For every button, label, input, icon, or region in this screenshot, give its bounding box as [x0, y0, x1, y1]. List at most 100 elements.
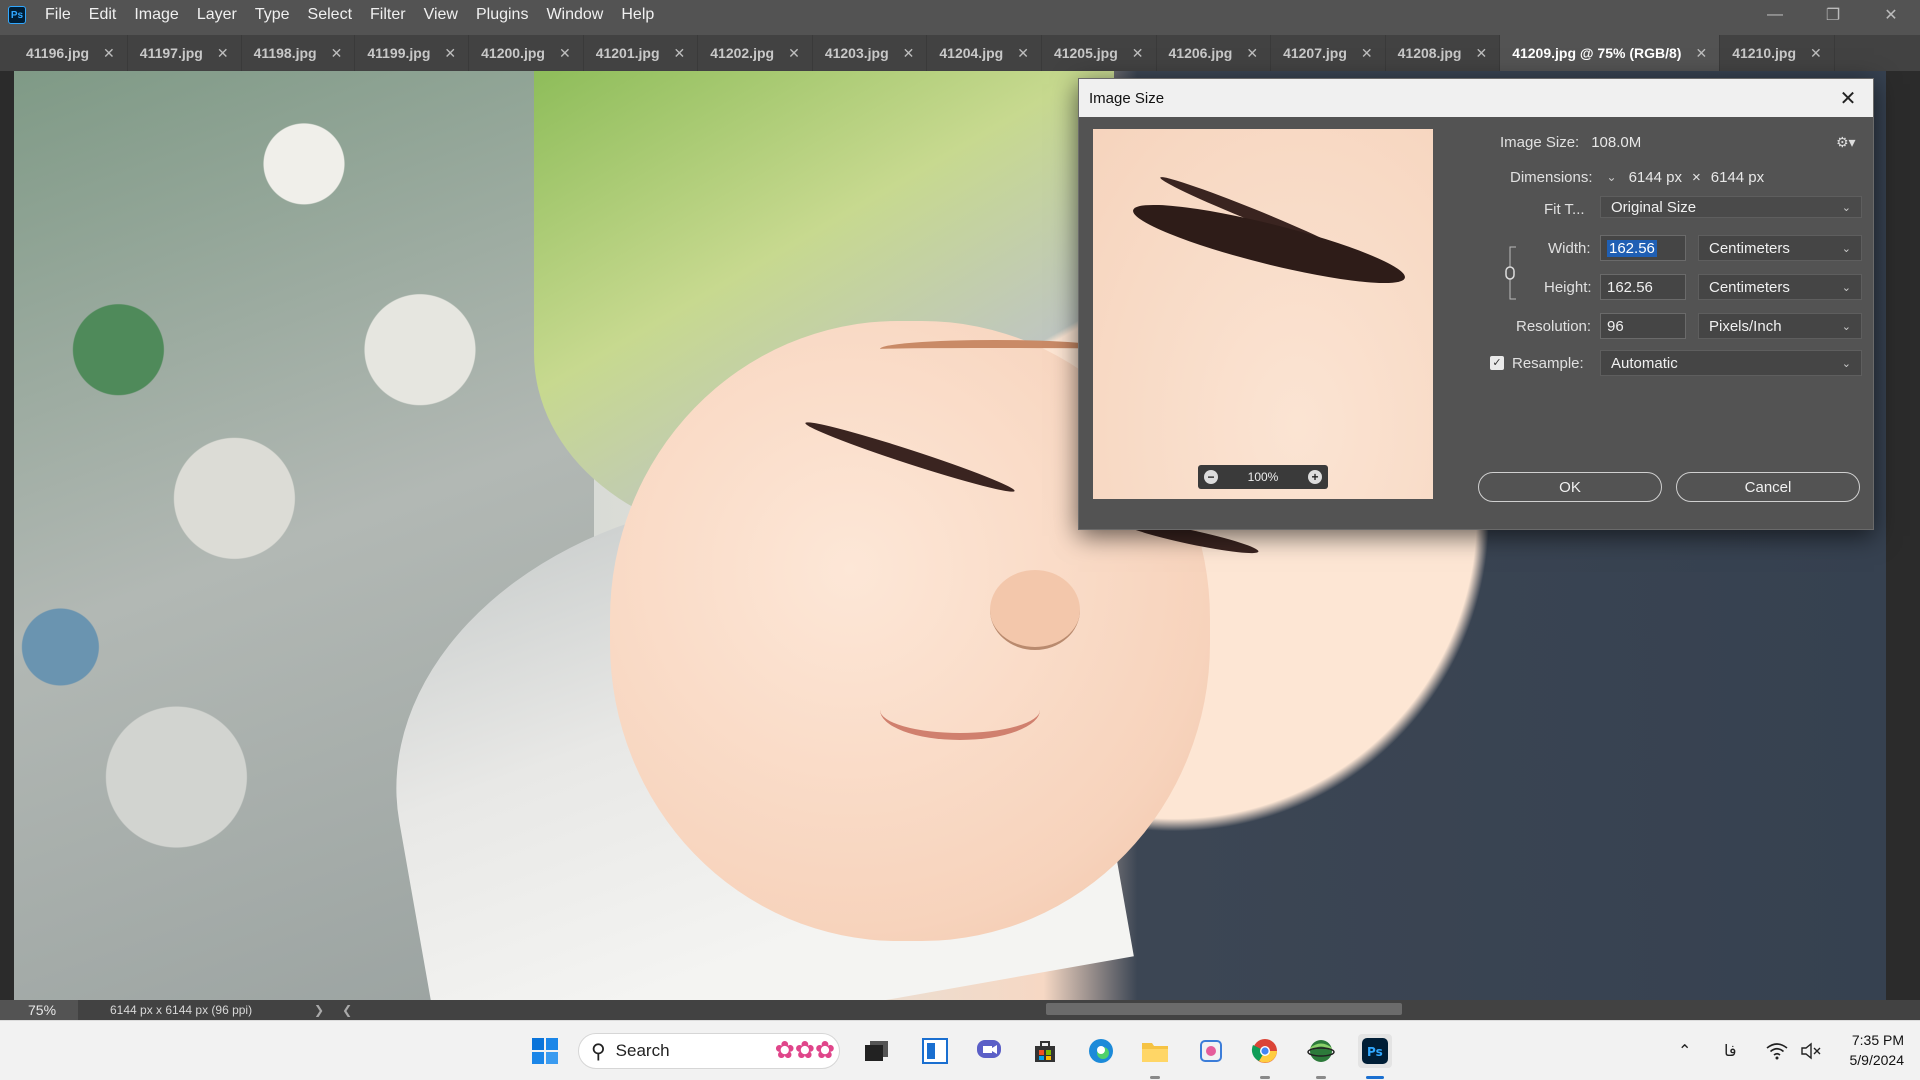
tab-41196[interactable]: 41196.jpg ✕ — [14, 35, 128, 71]
tab-41207[interactable]: 41207.jpg ✕ — [1271, 35, 1386, 71]
ok-button[interactable]: OK — [1478, 472, 1662, 502]
tab-41206[interactable]: 41206.jpg ✕ — [1157, 35, 1272, 71]
wifi-icon[interactable] — [1766, 1021, 1788, 1080]
width-input[interactable]: 162.56 — [1600, 235, 1686, 261]
show-hidden-icons-chevron-icon[interactable]: ⌃ — [1678, 1021, 1691, 1080]
close-window-icon[interactable]: ✕ — [1862, 0, 1920, 30]
height-unit-dropdown[interactable]: Centimeters ⌄ — [1698, 274, 1862, 300]
zoom-level-field[interactable]: 75% — [0, 1000, 78, 1020]
restore-icon[interactable]: ❐ — [1804, 0, 1862, 30]
height-unit-value: Centimeters — [1709, 278, 1790, 296]
dimensions-chevron-icon[interactable]: ⌄ — [1607, 170, 1617, 184]
menu-file[interactable]: File — [36, 0, 80, 30]
menu-image[interactable]: Image — [125, 0, 187, 30]
photoshop-taskbar-icon[interactable]: Ps — [1358, 1034, 1392, 1068]
tab-close-icon[interactable]: ✕ — [903, 45, 915, 62]
menu-type[interactable]: Type — [246, 0, 299, 30]
cancel-button[interactable]: Cancel — [1676, 472, 1860, 502]
tab-41204[interactable]: 41204.jpg ✕ — [927, 35, 1042, 71]
system-clock[interactable]: 7:35 PM 5/9/2024 — [1850, 1030, 1905, 1070]
tab-41208[interactable]: 41208.jpg ✕ — [1386, 35, 1501, 71]
tab-close-icon[interactable]: ✕ — [1132, 45, 1144, 62]
svg-text:Ps: Ps — [1367, 1045, 1383, 1059]
horizontal-scrollbar-thumb[interactable] — [1046, 1003, 1402, 1015]
volume-muted-icon[interactable] — [1800, 1021, 1822, 1080]
active-indicator — [1366, 1076, 1384, 1079]
tab-close-icon[interactable]: ✕ — [674, 45, 686, 62]
constrain-proportions-link-icon[interactable] — [1504, 243, 1524, 303]
tab-41203[interactable]: 41203.jpg ✕ — [813, 35, 928, 71]
resample-dropdown[interactable]: Automatic ⌄ — [1600, 350, 1862, 376]
minimize-icon[interactable]: — — [1746, 0, 1804, 30]
task-view-icon[interactable] — [860, 1034, 894, 1068]
edge-browser-icon[interactable] — [1084, 1034, 1118, 1068]
menu-view[interactable]: View — [415, 0, 467, 30]
tab-41198[interactable]: 41198.jpg ✕ — [242, 35, 356, 71]
tab-41210[interactable]: 41210.jpg ✕ — [1720, 35, 1835, 71]
menu-filter[interactable]: Filter — [361, 0, 415, 30]
tab-close-icon[interactable]: ✕ — [559, 45, 571, 62]
height-label-row: Height: — [1544, 274, 1592, 300]
status-bar: 75% 6144 px x 6144 px (96 ppi) ❯ ❮ — [0, 1000, 1920, 1020]
tab-41200[interactable]: 41200.jpg ✕ — [469, 35, 584, 71]
tab-41202[interactable]: 41202.jpg ✕ — [698, 35, 813, 71]
tab-close-icon[interactable]: ✕ — [1695, 45, 1707, 62]
tulips-widget-icon: ✿✿✿ — [774, 1037, 835, 1064]
zoom-in-icon[interactable]: + — [1307, 470, 1322, 484]
status-menu-arrow-icon[interactable]: ❯ — [314, 1003, 324, 1017]
chevron-down-icon: ⌄ — [1841, 320, 1851, 333]
menu-select[interactable]: Select — [299, 0, 361, 30]
file-explorer-icon[interactable] — [1138, 1034, 1172, 1068]
menu-plugins[interactable]: Plugins — [467, 0, 537, 30]
tab-41201[interactable]: 41201.jpg ✕ — [584, 35, 699, 71]
height-input[interactable]: 162.56 — [1600, 274, 1686, 300]
snipping-tool-icon[interactable] — [1194, 1034, 1228, 1068]
width-label: Width: — [1548, 239, 1591, 257]
resolution-input[interactable]: 96 — [1600, 313, 1686, 339]
tab-41209-active[interactable]: 41209.jpg @ 75% (RGB/8) ✕ — [1500, 35, 1721, 71]
preview-eyelash-main — [1128, 190, 1410, 298]
resolution-label-row: Resolution: — [1516, 313, 1591, 339]
tab-close-icon[interactable]: ✕ — [217, 45, 229, 62]
menu-layer[interactable]: Layer — [188, 0, 246, 30]
image-preview[interactable]: − 100% + — [1093, 129, 1433, 499]
image-size-value: 108.0M — [1591, 133, 1642, 151]
tab-close-icon[interactable]: ✕ — [331, 45, 343, 62]
width-unit-dropdown[interactable]: Centimeters ⌄ — [1698, 235, 1862, 261]
menu-edit[interactable]: Edit — [80, 0, 126, 30]
settings-gear-icon[interactable]: ⚙▾ — [1836, 129, 1856, 155]
input-language-indicator[interactable]: فا — [1724, 1021, 1737, 1080]
resample-checkbox[interactable]: ✓ — [1490, 356, 1504, 370]
globe-app-icon[interactable] — [1304, 1034, 1338, 1068]
zoom-out-icon[interactable]: − — [1204, 470, 1218, 484]
dialog-close-icon[interactable]: ✕ — [1833, 86, 1863, 111]
tab-close-icon[interactable]: ✕ — [1246, 45, 1258, 62]
dialog-titlebar[interactable]: Image Size ✕ — [1079, 79, 1873, 117]
resolution-unit-dropdown[interactable]: Pixels/Inch ⌄ — [1698, 313, 1862, 339]
taskbar-search[interactable]: ⚲ Search ✿✿✿ — [578, 1033, 840, 1069]
tab-41199[interactable]: 41199.jpg ✕ — [355, 35, 470, 71]
fit-to-dropdown[interactable]: Original Size ⌄ — [1600, 196, 1862, 218]
tab-close-icon[interactable]: ✕ — [1475, 45, 1487, 62]
menu-window[interactable]: Window — [537, 0, 612, 30]
tab-close-icon[interactable]: ✕ — [103, 45, 115, 62]
scroll-left-icon[interactable]: ❮ — [342, 1003, 352, 1017]
microsoft-store-icon[interactable] — [1028, 1034, 1062, 1068]
windows-start-icon[interactable] — [528, 1034, 562, 1068]
tab-41205[interactable]: 41205.jpg ✕ — [1042, 35, 1157, 71]
chrome-browser-icon[interactable] — [1248, 1034, 1282, 1068]
tab-close-icon[interactable]: ✕ — [788, 45, 800, 62]
menu-help[interactable]: Help — [612, 0, 663, 30]
tab-41197[interactable]: 41197.jpg ✕ — [128, 35, 242, 71]
artwork-mouth — [880, 680, 1040, 740]
tab-close-icon[interactable]: ✕ — [444, 45, 456, 62]
tab-close-icon[interactable]: ✕ — [1810, 45, 1822, 62]
preview-zoom-level: 100% — [1247, 470, 1279, 484]
widgets-icon[interactable] — [918, 1034, 952, 1068]
teams-chat-icon[interactable] — [972, 1034, 1006, 1068]
image-size-label: Image Size: — [1500, 133, 1580, 151]
tab-close-icon[interactable]: ✕ — [1017, 45, 1029, 62]
window-controls: — ❐ ✕ — [1746, 0, 1920, 30]
tab-close-icon[interactable]: ✕ — [1361, 45, 1373, 62]
width-unit-value: Centimeters — [1709, 239, 1790, 257]
